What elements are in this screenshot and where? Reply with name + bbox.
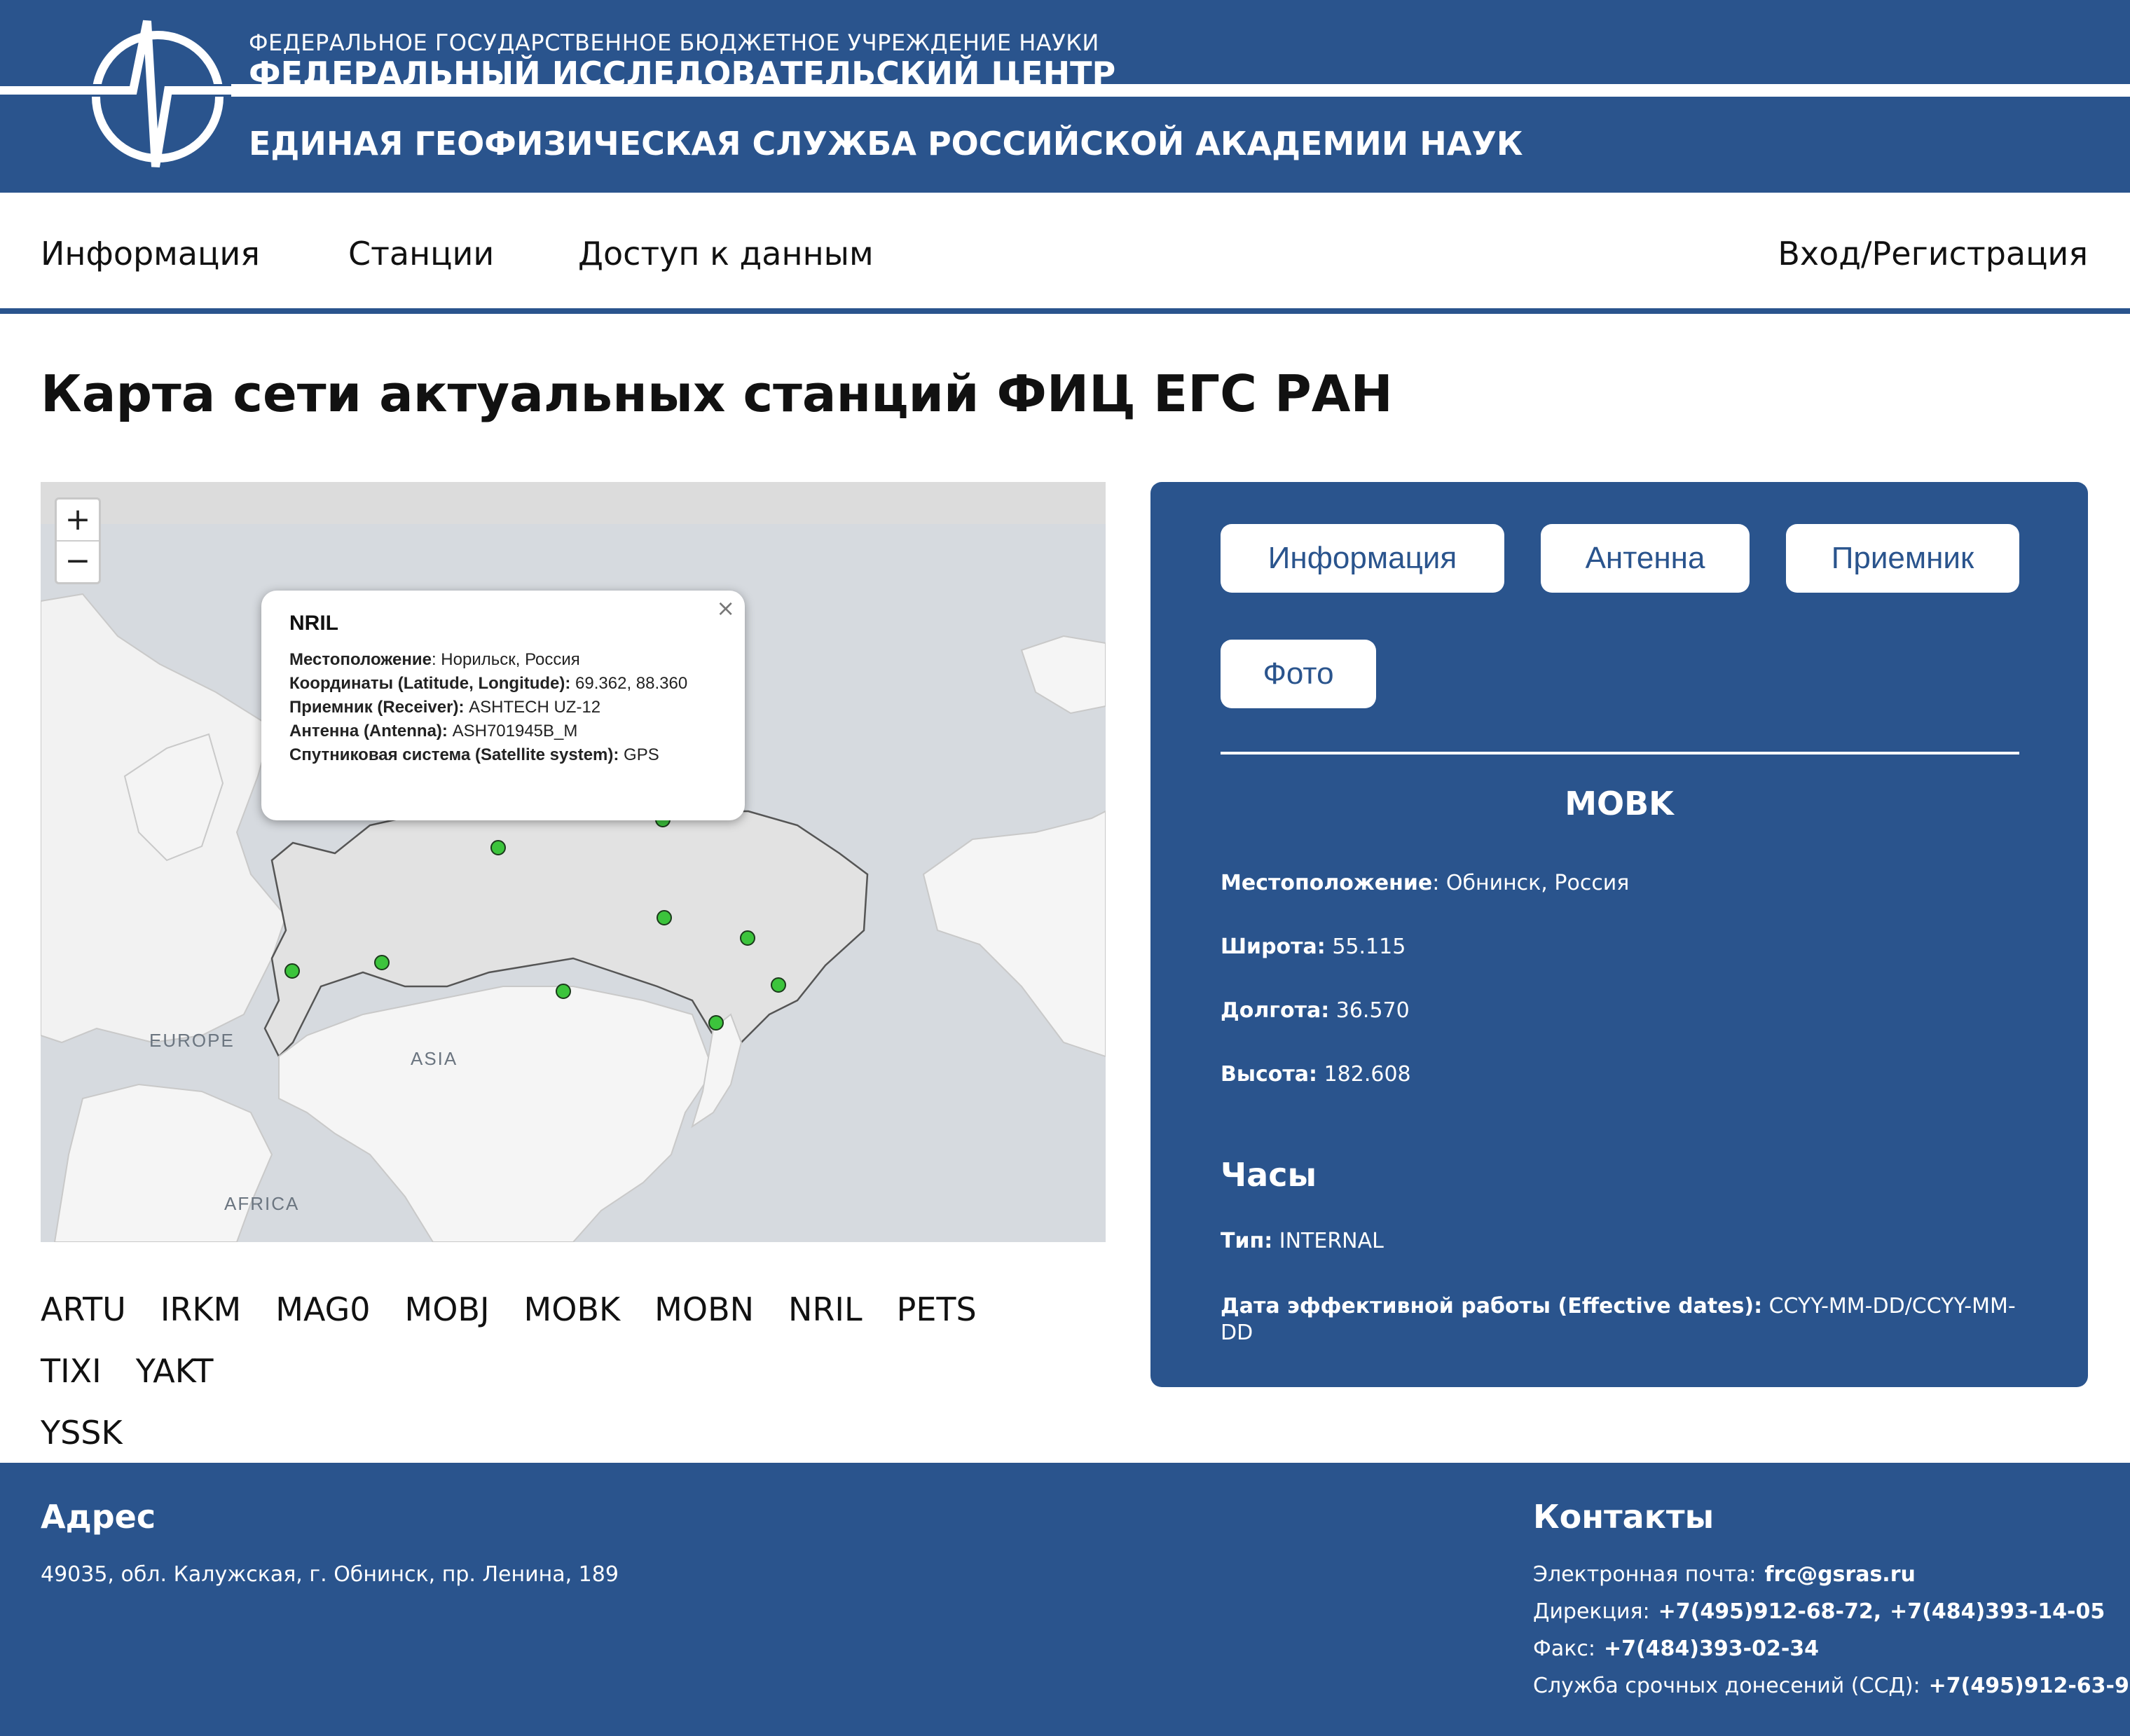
station-link-nril[interactable]: NRIL [788, 1279, 863, 1340]
info-latitude-label: Широта: [1221, 935, 1326, 959]
station-map[interactable]: EUROPE ASIA AFRICA + − × NRIL Местополож… [41, 482, 1106, 1242]
footer-fax-label: Факс: [1533, 1637, 1595, 1661]
footer-email-row: Электронная почта: frc@gsras.ru [1533, 1562, 1916, 1587]
footer-direction-phone-2[interactable]: +7(484)393-14-05 [1890, 1599, 2105, 1624]
info-effective-dates-label: Дата эффективной работы (Effective dates… [1221, 1294, 1763, 1318]
popup-station-code: NRIL [289, 612, 338, 635]
info-latitude-value: 55.115 [1325, 935, 1406, 959]
zoom-out-button[interactable]: − [57, 541, 99, 581]
station-marker[interactable] [740, 930, 755, 946]
station-marker[interactable] [284, 963, 300, 979]
header-org-name: ФЕДЕРАЛЬНЫЙ ИССЛЕДОВАТЕЛЬСКИЙ ЦЕНТР [249, 55, 1116, 92]
station-link-mobk[interactable]: MOBK [524, 1279, 621, 1340]
popup-receiver-label: Приемник (Receiver): [289, 698, 465, 717]
popup-antenna-label: Антенна (Antenna): [289, 722, 448, 740]
popup-close-icon[interactable]: × [716, 595, 735, 621]
station-link-mobj[interactable]: MOBJ [405, 1279, 490, 1340]
footer-fax-row: Факс: +7(484)393-02-34 [1533, 1637, 1819, 1661]
info-longitude-label: Долгота: [1221, 998, 1330, 1023]
station-marker[interactable] [771, 977, 786, 993]
info-clock-type-value: INTERNAL [1272, 1229, 1384, 1253]
popup-location-label: Местоположение [289, 650, 432, 669]
station-list: ARTU IRKM MAG0 MOBJ MOBK MOBN NRIL PETS TIXI YAKT… [41, 1279, 1106, 1463]
footer-address-title: Адрес [41, 1498, 156, 1536]
nav-divider-line [0, 308, 2130, 314]
station-marker[interactable] [490, 840, 506, 855]
station-marker[interactable] [374, 955, 390, 970]
nav-item-information[interactable]: Информация [41, 235, 260, 273]
popup-satellite-label: Спутниковая система (Satellite system): [289, 745, 619, 764]
station-link-artu[interactable]: ARTU [41, 1279, 126, 1340]
info-effective-dates: Дата эффективной работы (Effective dates… [1221, 1293, 2019, 1346]
seismograph-logo-icon[interactable] [0, 0, 231, 193]
nav-item-stations[interactable]: Станции [348, 235, 494, 273]
station-link-yakt[interactable]: YAKT [136, 1340, 214, 1402]
info-clock-type-label: Тип: [1221, 1229, 1273, 1253]
tab-antenna[interactable]: Антенна [1541, 524, 1750, 593]
popup-location-value: : Норильск, Россия [431, 650, 580, 669]
popup-details: Местоположение: Норильск, Россия Координ… [289, 648, 703, 767]
popup-coords-label: Координаты (Latitude, Longitude): [289, 674, 571, 693]
footer-direction-row: Дирекция: +7(495)912-68-72, +7(484)393-14-… [1533, 1599, 2105, 1624]
station-link-irkm[interactable]: IRKM [160, 1279, 241, 1340]
main-nav: Информация Станции Доступ к данным Вход/… [0, 193, 2130, 310]
footer-email-label: Электронная почта: [1533, 1562, 1757, 1587]
station-marker[interactable] [657, 910, 672, 925]
info-location-label: Местоположение [1221, 871, 1433, 895]
station-marker[interactable] [708, 1015, 724, 1031]
tab-information[interactable]: Информация [1221, 524, 1504, 593]
nav-item-login[interactable]: Вход/Регистрация [1778, 235, 2088, 273]
info-height-value: 182.608 [1317, 1062, 1411, 1087]
header-service-name: ЕДИНАЯ ГЕОФИЗИЧЕСКАЯ СЛУЖБА РОССИЙСКОЙ А… [249, 125, 1523, 163]
footer-emergency-phone[interactable]: +7(495)912-63-97 [1929, 1674, 2130, 1698]
info-latitude: Широта: 55.115 [1221, 935, 1406, 959]
footer-emergency-label: Служба срочных донесений (ССД): [1533, 1674, 1921, 1698]
station-link-mobn[interactable]: MOBN [654, 1279, 754, 1340]
station-link-pets[interactable]: PETS [897, 1279, 977, 1340]
footer-direction-label: Дирекция: [1533, 1599, 1650, 1624]
map-label-asia: ASIA [411, 1048, 458, 1069]
header-org-type: ФЕДЕРАЛЬНОЕ ГОСУДАРСТВЕННОЕ БЮДЖЕТНОЕ УЧ… [249, 29, 1099, 56]
footer-address: 49035, обл. Калужская, г. Обнинск, пр. Л… [41, 1562, 619, 1587]
station-marker[interactable] [556, 984, 571, 999]
info-longitude-value: 36.570 [1329, 998, 1410, 1023]
tab-receiver[interactable]: Приемник [1786, 524, 2019, 593]
station-popup: × NRIL Местоположение: Норильск, Россия … [261, 591, 745, 820]
map-zoom-control: + − [55, 497, 101, 584]
selected-station-code: MOBK [1565, 785, 1674, 822]
info-height-label: Высота: [1221, 1062, 1318, 1087]
nav-item-data-access[interactable]: Доступ к данным [578, 235, 874, 273]
clock-section-title: Часы [1221, 1156, 1317, 1194]
station-link-mag0[interactable]: MAG0 [275, 1279, 370, 1340]
popup-satellite-value: GPS [619, 745, 659, 764]
panel-divider [1221, 752, 2019, 755]
info-location-value: : Обнинск, Россия [1432, 871, 1630, 895]
info-longitude: Долгота: 36.570 [1221, 998, 1410, 1023]
map-label-europe: EUROPE [149, 1030, 235, 1051]
info-location: Местоположение: Обнинск, Россия [1221, 871, 1629, 895]
footer-emergency-row: Служба срочных донесений (ССД): +7(495)91… [1533, 1674, 2130, 1698]
page-title: Карта сети актуальных станций ФИЦ ЕГС РА… [41, 364, 1393, 423]
site-header: ФЕДЕРАЛЬНОЕ ГОСУДАРСТВЕННОЕ БЮДЖЕТНОЕ УЧ… [0, 0, 2130, 193]
map-label-africa: AFRICA [224, 1193, 300, 1214]
footer-email-link[interactable]: frc@gsras.ru [1764, 1562, 1915, 1587]
station-link-tixi[interactable]: TIXI [41, 1340, 102, 1402]
site-footer: Адрес 49035, обл. Калужская, г. Обнинск,… [0, 1463, 2130, 1736]
tab-photo[interactable]: Фото [1221, 640, 1376, 708]
footer-direction-phone-1[interactable]: +7(495)912-68-72, [1658, 1599, 1881, 1624]
footer-fax-number[interactable]: +7(484)393-02-34 [1604, 1637, 1819, 1661]
station-link-yssk[interactable]: YSSK [41, 1402, 123, 1463]
footer-contacts-title: Контакты [1533, 1498, 1715, 1536]
popup-antenna-value: ASH701945B_M [447, 722, 578, 740]
zoom-in-button[interactable]: + [57, 500, 99, 542]
info-height: Высота: 182.608 [1221, 1062, 1411, 1087]
info-clock-type: Тип: INTERNAL [1221, 1229, 1384, 1253]
popup-receiver-value: ASHTECH UZ-12 [464, 698, 601, 717]
popup-coords-value: 69.362, 88.360 [570, 674, 688, 693]
station-info-panel: Информация Антенна Приемник Фото MOBK Ме… [1150, 482, 2088, 1387]
